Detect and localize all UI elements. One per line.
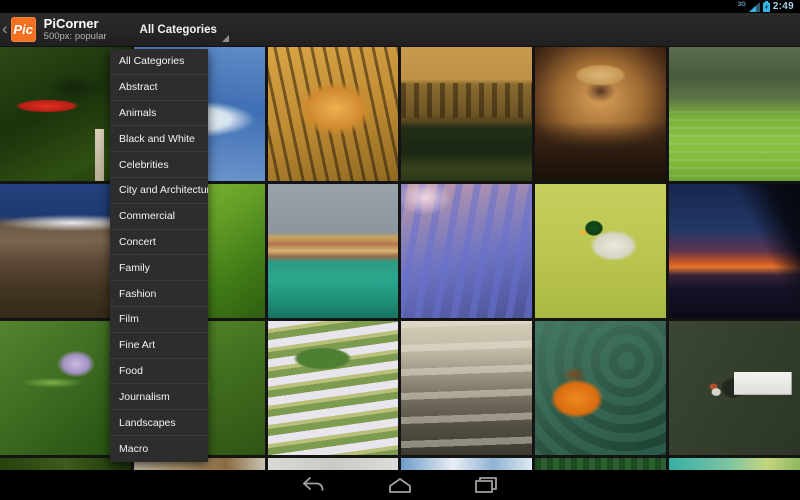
photo-partial-row4-4[interactable] (401, 458, 533, 470)
photo-woman-straw-hat[interactable] (535, 47, 667, 181)
clock: 2:49 (772, 1, 794, 12)
dropdown-item[interactable]: Family (110, 255, 208, 282)
dropdown-item[interactable]: Macro (110, 436, 208, 462)
photo-white-flower-garden[interactable] (267, 321, 399, 455)
photo-bluebell-flowers[interactable] (401, 184, 533, 318)
recents-icon (475, 477, 497, 493)
action-bar: ‹ Pic PiCorner 500px: popular All Catego… (0, 13, 800, 47)
dropdown-item[interactable]: All Categories (110, 49, 208, 75)
dropdown-item[interactable]: Landscapes (110, 410, 208, 436)
photo-rice-terraces[interactable] (669, 47, 800, 181)
photo-mallard-duck[interactable] (535, 184, 667, 318)
signal-strength-icon (748, 1, 760, 12)
system-nav-bar (0, 470, 800, 500)
app-screen: 3G 2:49 ‹ Pic PiCorner 500px: popular Al… (0, 0, 800, 500)
page-title: PiCorner (43, 15, 99, 31)
app-logo-icon[interactable]: Pic (10, 17, 36, 42)
photo-telephoto-lens-bird[interactable] (669, 321, 800, 455)
dropdown-item[interactable]: Fine Art (110, 333, 208, 359)
app-logo-text: Pic (13, 22, 33, 37)
category-dropdown: All Categories Abstract Animals Black an… (110, 49, 208, 462)
photo-tiger[interactable] (267, 47, 399, 181)
home-button[interactable] (383, 474, 417, 496)
dropdown-item[interactable]: Film (110, 307, 208, 333)
battery-charging-icon (762, 1, 770, 12)
dropdown-item[interactable]: Celebrities (110, 152, 208, 178)
dropdown-item[interactable]: Fashion (110, 281, 208, 307)
network-type-label: 3G (737, 1, 746, 8)
photo-monks-lotus-boat[interactable] (535, 321, 667, 455)
photo-venice-golden-canal[interactable] (401, 47, 533, 181)
dropdown-item[interactable]: Abstract (110, 75, 208, 101)
back-button[interactable] (297, 474, 331, 496)
photo-partial-row4-6[interactable] (669, 458, 800, 470)
home-icon (389, 477, 411, 493)
recents-button[interactable] (469, 474, 503, 496)
dropdown-item[interactable]: Journalism (110, 384, 208, 411)
photo-sunset-beach[interactable] (669, 184, 800, 318)
dropdown-item[interactable]: Animals (110, 101, 208, 127)
dropdown-item[interactable]: Black and White (110, 126, 208, 153)
photo-partial-row4-3[interactable] (267, 458, 399, 470)
photo-burano-canal-boats[interactable] (267, 184, 399, 318)
status-bar: 3G 2:49 (0, 0, 800, 13)
photo-partial-row4-5[interactable] (535, 458, 667, 470)
page-subtitle: 500px: popular (43, 30, 107, 42)
category-spinner-label: All Categories (139, 23, 217, 36)
up-chevron-icon[interactable]: ‹ (0, 20, 11, 39)
dropdown-item[interactable]: City and Architecture (110, 178, 208, 204)
dropdown-item[interactable]: Commercial (110, 204, 208, 230)
dropdown-item[interactable]: Concert (110, 230, 208, 256)
title-block: PiCorner 500px: popular (43, 15, 107, 43)
back-icon (303, 477, 324, 491)
spinner-caret-icon (221, 34, 229, 42)
photo-foggy-valley[interactable] (401, 321, 533, 455)
category-spinner[interactable]: All Categories (133, 15, 230, 45)
dropdown-item[interactable]: Food (110, 359, 208, 385)
